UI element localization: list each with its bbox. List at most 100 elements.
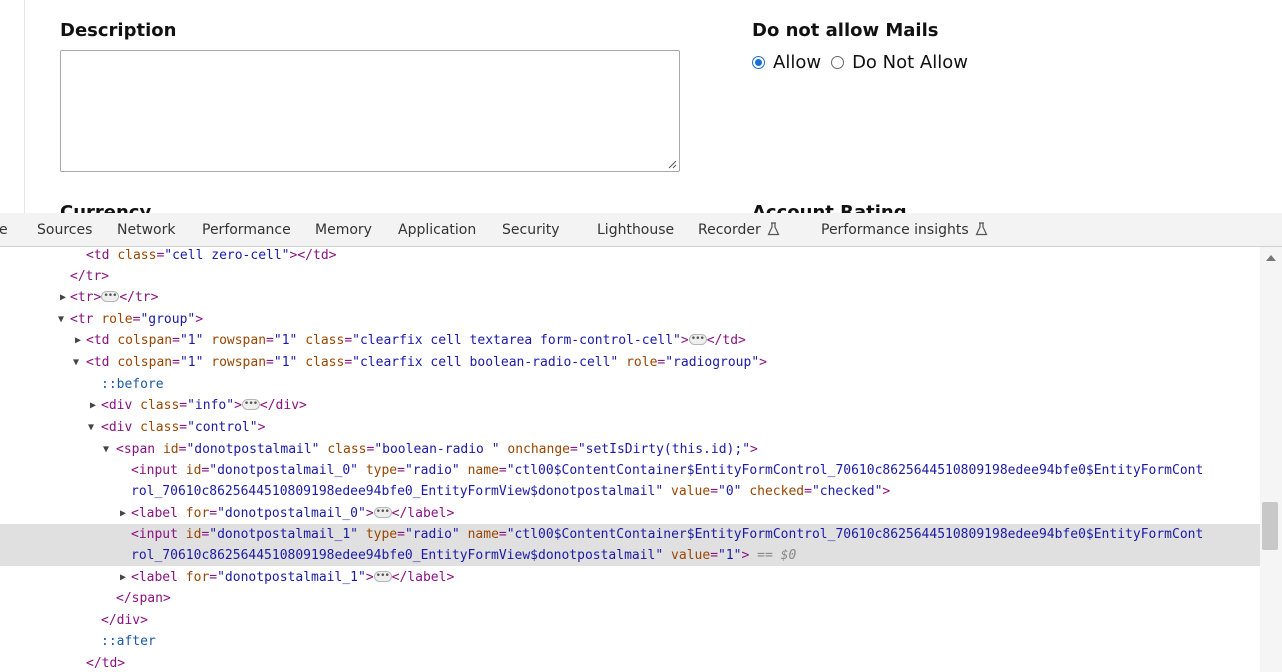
allow-radio[interactable] bbox=[752, 56, 765, 69]
dom-node[interactable]: ▶<label for="donotpostalmail_1"></label> bbox=[0, 566, 1260, 588]
collapse-triangle-icon[interactable]: ▼ bbox=[73, 352, 79, 373]
attr-name: class bbox=[305, 355, 345, 370]
tag-close: </label> bbox=[391, 570, 455, 585]
tag-close: </label> bbox=[391, 506, 455, 521]
selected-dom-node-wrap[interactable]: rol_70610c8625644510809198edee94bfe0_Ent… bbox=[0, 545, 1260, 566]
collapse-triangle-icon[interactable]: ▼ bbox=[103, 439, 109, 460]
tab-performance[interactable]: Performance bbox=[202, 222, 291, 238]
tag-close: > bbox=[759, 355, 767, 370]
tab-performance-insights-label: Performance insights bbox=[821, 222, 969, 238]
tag-close: </div> bbox=[101, 613, 148, 628]
tab-network[interactable]: Network bbox=[117, 222, 175, 238]
dom-node[interactable]: </td> bbox=[0, 653, 1260, 672]
tag-close: > bbox=[741, 548, 750, 563]
expand-triangle-icon[interactable]: ▶ bbox=[120, 503, 126, 524]
description-label: Description bbox=[60, 20, 177, 41]
expand-triangle-icon[interactable]: ▶ bbox=[90, 395, 96, 416]
expand-triangle-icon[interactable]: ▶ bbox=[75, 330, 81, 351]
tab-recorder-label: Recorder bbox=[698, 222, 761, 238]
attr-name: name bbox=[467, 527, 499, 542]
web-page: Description Do not allow Mails Allow Do … bbox=[0, 0, 1282, 213]
attr-name: id bbox=[185, 463, 202, 478]
tag-close: > bbox=[257, 420, 266, 435]
ellipsis-icon[interactable] bbox=[688, 329, 707, 350]
tab-application[interactable]: Application bbox=[398, 222, 476, 238]
tab-lighthouse[interactable]: Lighthouse bbox=[597, 222, 674, 238]
do-not-allow-radio[interactable] bbox=[831, 56, 845, 69]
tag-mid: > bbox=[234, 398, 242, 413]
elements-scrollbar[interactable] bbox=[1260, 247, 1282, 672]
expand-triangle-icon[interactable]: ▶ bbox=[120, 567, 126, 588]
attr-name: id bbox=[162, 442, 179, 457]
tag-close: > bbox=[195, 312, 204, 327]
tag-open: <td bbox=[86, 333, 118, 348]
attr-name: for bbox=[185, 506, 210, 521]
dom-node[interactable]: <td class="cell zero-cell"></td> bbox=[0, 247, 1260, 266]
pseudo-element: ::after bbox=[101, 634, 156, 649]
tag-close: </tr> bbox=[70, 269, 110, 284]
tab-security[interactable]: Security bbox=[502, 222, 560, 238]
resize-handle-icon[interactable] bbox=[667, 159, 677, 169]
description-textarea[interactable] bbox=[60, 50, 680, 172]
tag-mid: > bbox=[680, 333, 689, 348]
tag-close: > bbox=[750, 442, 758, 457]
dom-node[interactable]: ▶<label for="donotpostalmail_0"></label> bbox=[0, 502, 1260, 524]
tab-performance-insights[interactable]: Performance insights bbox=[821, 222, 988, 238]
attr-name: colspan bbox=[117, 333, 173, 348]
devtools-tabbar: e Sources Network Performance Memory App… bbox=[0, 213, 1282, 247]
dom-node[interactable]: ▼ <tr role="group"> bbox=[0, 309, 1260, 330]
attr-value: "donotpostalmail_1" bbox=[209, 527, 358, 542]
attr-value: "donotpostalmail" bbox=[186, 442, 320, 457]
dom-node[interactable]: </span> bbox=[0, 588, 1260, 609]
attr-value: "clearfix cell boolean-radio-cell" bbox=[352, 355, 619, 370]
do-not-allow-radio-label[interactable]: Do Not Allow bbox=[852, 52, 968, 73]
attr-name: value bbox=[671, 548, 711, 563]
attr-value: rol_70610c8625644510809198edee94bfe0_Ent… bbox=[131, 484, 664, 499]
collapse-triangle-icon[interactable]: ▼ bbox=[58, 309, 64, 330]
selected-dom-node[interactable]: <input id="donotpostalmail_1" type="radi… bbox=[0, 524, 1260, 545]
dom-node[interactable]: ▶ <td colspan="1" rowspan="1" class="clea… bbox=[0, 329, 1260, 351]
ellipsis-icon[interactable] bbox=[373, 502, 392, 523]
currency-label: Currency bbox=[60, 202, 152, 213]
dom-node[interactable]: ::before bbox=[0, 374, 1260, 395]
attr-value: "0" bbox=[718, 484, 742, 499]
scroll-up-arrow-icon[interactable] bbox=[1266, 255, 1276, 261]
attr-name: rowspan bbox=[211, 355, 267, 370]
account-rating-label: Account Rating bbox=[752, 202, 907, 213]
dom-node-wrap[interactable]: rol_70610c8625644510809198edee94bfe0_Ent… bbox=[0, 481, 1260, 502]
dom-node[interactable]: ▶<div class="info"></div> bbox=[0, 394, 1260, 416]
attr-value: "boolean-radio " bbox=[374, 442, 500, 457]
attr-name: for bbox=[185, 570, 210, 585]
dom-node[interactable]: <input id="donotpostalmail_0" type="radi… bbox=[0, 460, 1260, 481]
attr-value: "1" bbox=[273, 333, 298, 348]
attr-value: "radiogroup" bbox=[665, 355, 760, 370]
allow-radio-label[interactable]: Allow bbox=[773, 52, 821, 73]
tab-memory[interactable]: Memory bbox=[315, 222, 372, 238]
ellipsis-icon[interactable] bbox=[241, 394, 260, 415]
expand-triangle-icon[interactable]: ▶ bbox=[60, 287, 66, 308]
ellipsis-icon[interactable] bbox=[373, 566, 392, 587]
ellipsis-icon[interactable] bbox=[101, 286, 120, 307]
tab-elements[interactable]: e bbox=[0, 222, 8, 238]
selected-marker: == $0 bbox=[757, 548, 797, 563]
tab-recorder[interactable]: Recorder bbox=[698, 222, 780, 238]
tab-sources[interactable]: Sources bbox=[37, 222, 92, 238]
tag-open: <tr bbox=[70, 312, 102, 327]
dom-node[interactable]: ::after bbox=[0, 631, 1260, 652]
dom-node[interactable]: ▼ <span id="donotpostalmail" class="boole… bbox=[0, 439, 1260, 460]
tag-close: </div> bbox=[259, 398, 307, 413]
attr-value: "cell zero-cell" bbox=[164, 248, 290, 263]
tag-open: <tr> bbox=[70, 290, 102, 305]
tag-open: <td bbox=[86, 355, 118, 370]
elements-tree: <td class="cell zero-cell"></td> </tr> ▶… bbox=[0, 247, 1260, 672]
tag-open: <input bbox=[131, 527, 186, 542]
dom-node[interactable]: </div> bbox=[0, 610, 1260, 631]
dom-node[interactable]: ▼ <div class="control"> bbox=[0, 417, 1260, 438]
dom-node[interactable]: </tr> bbox=[0, 266, 1260, 287]
attr-value: "1" bbox=[179, 333, 204, 348]
dom-node[interactable]: ▶ <tr> </tr> bbox=[0, 286, 1260, 308]
collapse-triangle-icon[interactable]: ▼ bbox=[88, 417, 94, 438]
scrollbar-thumb[interactable] bbox=[1262, 502, 1278, 550]
dom-node[interactable]: ▼ <td colspan="1" rowspan="1" class="clea… bbox=[0, 352, 1260, 373]
mails-radio-group: Allow Do Not Allow bbox=[752, 52, 978, 73]
